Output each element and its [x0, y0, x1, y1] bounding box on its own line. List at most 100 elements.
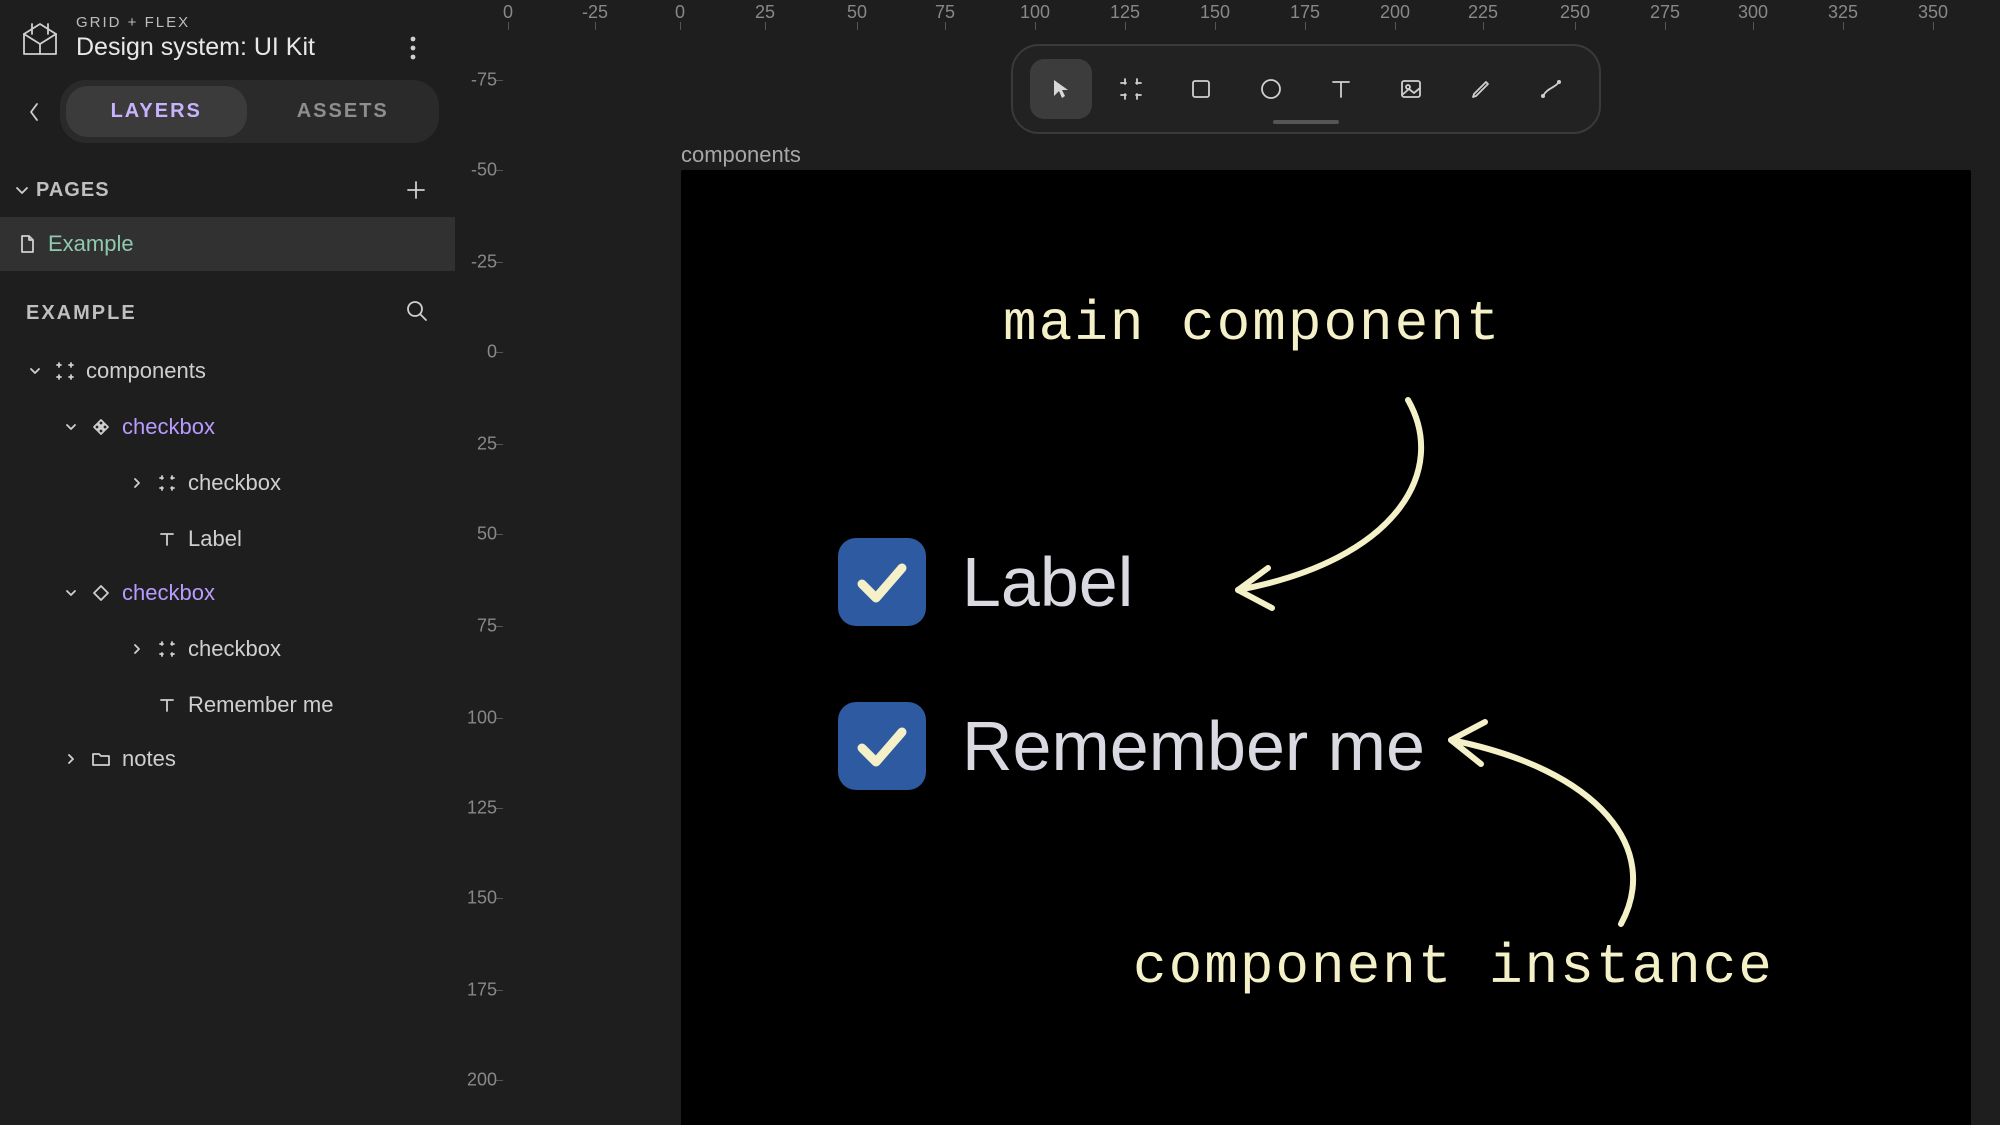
ruler-tick-label: 0 [675, 2, 685, 23]
instance-icon [90, 584, 112, 602]
left-sidebar: GRID + FLEX Design system: UI Kit LAYERS… [0, 0, 455, 1125]
ruler-tick-label: 350 [1918, 2, 1948, 23]
ruler-tick-label: 50 [847, 2, 867, 23]
annotation-component-instance[interactable]: component instance [1133, 935, 1774, 999]
text-icon [156, 530, 178, 548]
layer-label: checkbox [188, 636, 281, 662]
tool-pen[interactable] [1520, 59, 1582, 119]
ruler-tick-label: 225 [1468, 2, 1498, 23]
layer-text-label[interactable]: Label [6, 514, 449, 564]
layer-label: checkbox [122, 580, 215, 606]
ruler-tick-label: 325 [1828, 2, 1858, 23]
tool-pencil[interactable] [1450, 59, 1512, 119]
checkbox-instance[interactable]: Remember me [838, 702, 1425, 790]
checkbox-label: Label [962, 542, 1133, 622]
layer-text-remember-me[interactable]: Remember me [6, 680, 449, 730]
annotation-main-component[interactable]: main component [1003, 292, 1501, 356]
ruler-tick-label: 300 [1738, 2, 1768, 23]
ruler-tick-label: -75 [471, 70, 497, 91]
chevron-down-icon[interactable] [14, 182, 30, 198]
ruler-tick-label: -25 [582, 2, 608, 23]
text-icon [156, 696, 178, 714]
ruler-tick-label: 250 [1560, 2, 1590, 23]
layer-checkbox-frame-2[interactable]: checkbox [6, 624, 449, 674]
annotation-arrow-1 [1198, 390, 1458, 620]
chevron-down-icon[interactable] [62, 420, 80, 434]
ruler-tick-label: 150 [1200, 2, 1230, 23]
layer-checkbox-instance[interactable]: checkbox [6, 568, 449, 618]
layer-tree: components checkbox checkbox Label [0, 346, 455, 784]
toolbar-drag-handle[interactable] [1273, 120, 1339, 124]
frame-icon [156, 640, 178, 658]
layer-checkbox-main[interactable]: checkbox [6, 402, 449, 452]
checkbox-box-icon [838, 702, 926, 790]
layers-header-label: EXAMPLE [26, 302, 137, 325]
ruler-tick-label: -50 [471, 160, 497, 181]
page-icon [18, 234, 36, 254]
sidebar-tabs: LAYERS ASSETS [60, 80, 439, 143]
layer-checkbox-frame-1[interactable]: checkbox [6, 458, 449, 508]
ruler-tick-label: 150 [467, 888, 497, 909]
tool-frame[interactable] [1100, 59, 1162, 119]
frame-name-label[interactable]: components [681, 142, 801, 168]
floating-toolbar [1011, 44, 1601, 134]
ruler-tick-label: 50 [477, 524, 497, 545]
chevron-down-icon[interactable] [62, 586, 80, 600]
app-title: Design system: UI Kit [76, 33, 315, 62]
tool-image[interactable] [1380, 59, 1442, 119]
ruler-tick-label: 25 [755, 2, 775, 23]
frame-icon [54, 361, 76, 381]
tool-ellipse[interactable] [1240, 59, 1302, 119]
tab-layers[interactable]: LAYERS [66, 86, 247, 137]
chevron-right-icon[interactable] [62, 752, 80, 766]
ruler-tick-label: 100 [1020, 2, 1050, 23]
tool-rectangle[interactable] [1170, 59, 1232, 119]
ruler-tick-label: 125 [1110, 2, 1140, 23]
ruler-tick-label: 75 [477, 616, 497, 637]
canvas-viewport[interactable]: components main component component inst… [503, 30, 2000, 1125]
more-menu-button[interactable] [393, 28, 433, 68]
canvas-area[interactable]: 0-25025507510012515017520022525027530032… [455, 0, 2000, 1125]
ruler-vertical: -75 -50 -25 0 25 50 75 100 125 150 175 200 [455, 30, 503, 1125]
chevron-right-icon[interactable] [128, 642, 146, 656]
layer-label: checkbox [188, 470, 281, 496]
layer-label: Label [188, 526, 242, 552]
layer-components[interactable]: components [6, 346, 449, 396]
ruler-tick-label: 100 [467, 708, 497, 729]
component-icon [90, 418, 112, 436]
add-page-button[interactable] [401, 175, 431, 205]
ruler-tick-label: 275 [1650, 2, 1680, 23]
ruler-tick-label: 75 [935, 2, 955, 23]
layer-label: checkbox [122, 414, 215, 440]
tool-select[interactable] [1030, 59, 1092, 119]
checkbox-main-component[interactable]: Label [838, 538, 1133, 626]
page-item-example[interactable]: Example [0, 217, 455, 271]
ruler-tick-label: 175 [467, 980, 497, 1001]
ruler-horizontal: 0-25025507510012515017520022525027530032… [455, 0, 2000, 30]
ruler-tick-label: 0 [487, 342, 497, 363]
pages-label: PAGES [36, 179, 110, 202]
layers-section-header: EXAMPLE [0, 271, 455, 346]
chevron-right-icon[interactable] [128, 476, 146, 490]
checkbox-box-icon [838, 538, 926, 626]
folder-icon [90, 751, 112, 767]
checkbox-label: Remember me [962, 706, 1425, 786]
app-header: GRID + FLEX Design system: UI Kit [0, 0, 455, 70]
ruler-tick-label: 200 [467, 1070, 497, 1091]
layer-label: components [86, 358, 206, 384]
layer-notes[interactable]: notes [6, 734, 449, 784]
ruler-tick-label: 25 [477, 434, 497, 455]
back-button[interactable] [16, 92, 52, 132]
ruler-tick-label: 200 [1380, 2, 1410, 23]
app-logo-icon [18, 16, 62, 60]
page-item-label: Example [48, 231, 134, 257]
frame-icon [156, 474, 178, 492]
ruler-tick-label: 125 [467, 798, 497, 819]
tool-text[interactable] [1310, 59, 1372, 119]
annotation-arrow-2 [1411, 710, 1671, 940]
ruler-tick-label: -25 [471, 252, 497, 273]
chevron-down-icon[interactable] [26, 364, 44, 378]
search-layers-button[interactable] [405, 299, 429, 328]
tab-assets[interactable]: ASSETS [253, 86, 434, 137]
ruler-tick-label: 0 [503, 2, 513, 23]
